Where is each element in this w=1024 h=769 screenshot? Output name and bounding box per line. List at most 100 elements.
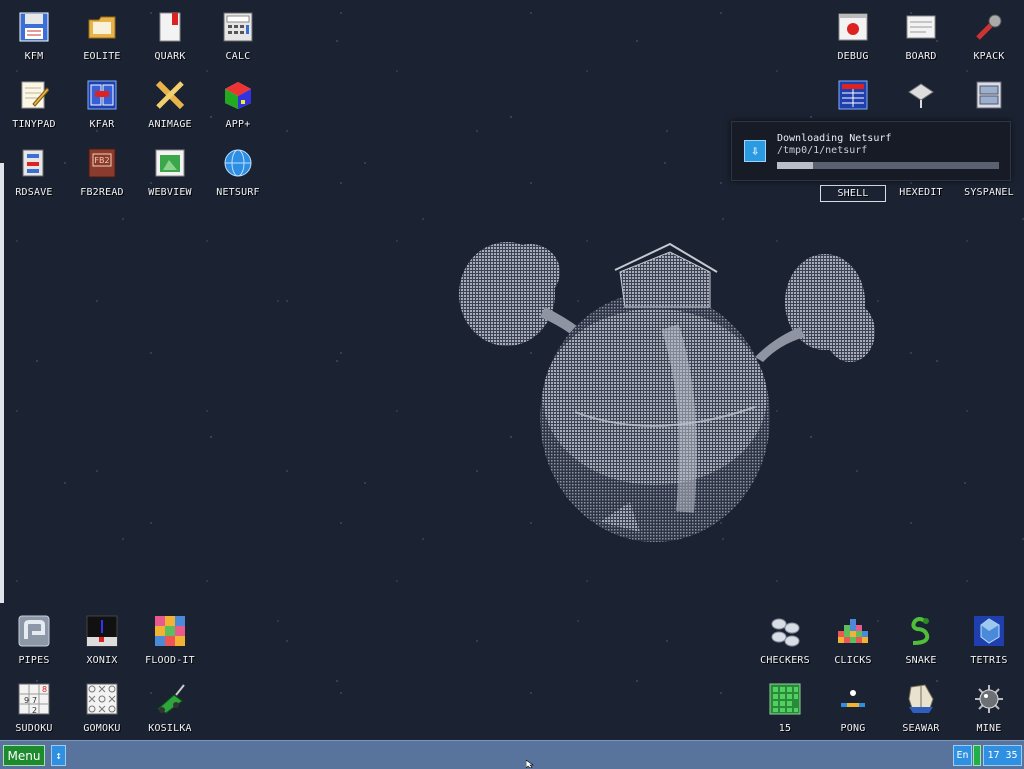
board-window-icon xyxy=(904,10,938,44)
tetris-icon xyxy=(972,614,1006,648)
icon-label: TINYPAD xyxy=(12,119,56,130)
icon-label: 15 xyxy=(778,723,792,734)
icon-label: APP+ xyxy=(225,119,251,130)
icon-label: RDSAVE xyxy=(15,187,53,198)
desktop-icon-animage[interactable]: ANIMAGE xyxy=(136,70,204,138)
planet-wallpaper-illustration xyxy=(459,242,875,542)
desktop-icon-flood-it[interactable]: FLOOD-IT xyxy=(136,606,204,674)
icon-label: KOSILKA xyxy=(148,723,192,734)
desktop-icon-seawar[interactable]: SEAWAR xyxy=(887,674,955,742)
svg-text:2: 2 xyxy=(32,706,37,715)
lawnmower-icon xyxy=(153,682,187,716)
xonix-icon xyxy=(85,614,119,648)
desktop-icon-pipes[interactable]: PIPES xyxy=(0,606,68,674)
icon-label: HEXEDIT xyxy=(899,187,943,198)
cabinet-icon xyxy=(972,78,1006,112)
pencil-ruler-icon xyxy=(153,78,187,112)
webpage-icon xyxy=(153,146,187,180)
icon-label: MINE xyxy=(976,723,1002,734)
icon-label: PONG xyxy=(840,723,866,734)
icon-label: FLOOD-IT xyxy=(145,655,195,666)
desktop-icon-board[interactable]: BOARD xyxy=(887,2,955,70)
desktop-icon-debug[interactable]: DEBUG xyxy=(819,2,887,70)
icon-label: CHECKERS xyxy=(760,655,810,666)
bug-window-icon xyxy=(836,10,870,44)
icon-label: KFM xyxy=(24,51,44,62)
desktop-icon-webview[interactable]: WEBVIEW xyxy=(136,138,204,206)
disk-save-icon xyxy=(17,146,51,180)
window-switch-button[interactable]: ↕ xyxy=(51,745,66,766)
icon-label: NETSURF xyxy=(216,187,260,198)
seawar-icon xyxy=(904,682,938,716)
language-indicator[interactable]: En xyxy=(953,745,972,766)
icon-label: CALC xyxy=(225,51,251,62)
taskbar: Menu ↕ En 17 35 xyxy=(0,740,1024,769)
icon-label: SEAWAR xyxy=(902,723,940,734)
svg-text:8: 8 xyxy=(42,685,47,694)
desktop-icon-pong[interactable]: PONG xyxy=(819,674,887,742)
desktop-icon-eolite[interactable]: EOLITE xyxy=(68,2,136,70)
desktop-icon-checkers[interactable]: CHECKERS xyxy=(751,606,819,674)
pipes-icon xyxy=(17,614,51,648)
folder-icon xyxy=(85,10,119,44)
desktop-icon-netsurf[interactable]: NETSURF xyxy=(204,138,272,206)
icon-label: SNAKE xyxy=(905,655,937,666)
svg-text:FB2: FB2 xyxy=(94,156,109,165)
fb2-book-icon: FB2 xyxy=(85,146,119,180)
notification-path: /tmp0/1/netsurf xyxy=(777,145,868,156)
network-drive-icon xyxy=(904,78,938,112)
icon-label: DEBUG xyxy=(837,51,869,62)
desktop-icon-kpack[interactable]: KPACK xyxy=(955,2,1023,70)
globe-icon xyxy=(221,146,255,180)
pong-icon xyxy=(836,682,870,716)
desktop-icon-quark[interactable]: QUARK xyxy=(136,2,204,70)
mouse-cursor-icon xyxy=(526,760,534,768)
icon-label: WEBVIEW xyxy=(148,187,192,198)
notification-title: Downloading Netsurf xyxy=(777,133,892,144)
desktop-icon-tetris[interactable]: TETRIS xyxy=(955,606,1023,674)
download-notification[interactable]: ⇩ Downloading Netsurf /tmp0/1/netsurf xyxy=(731,121,1011,181)
desktop-icon-kfm[interactable]: KFM xyxy=(0,2,68,70)
desktop-icon-rdsave[interactable]: RDSAVE xyxy=(0,138,68,206)
desktop-icon-gomoku[interactable]: GOMOKU xyxy=(68,674,136,742)
icon-label: TETRIS xyxy=(970,655,1008,666)
desktop-icon-app-plus[interactable]: APP+ xyxy=(204,70,272,138)
svg-text:7: 7 xyxy=(32,696,37,705)
clicks-icon xyxy=(836,614,870,648)
desktop-icon-15[interactable]: 15 xyxy=(751,674,819,742)
fifteen-puzzle-icon xyxy=(768,682,802,716)
icon-label: KPACK xyxy=(973,51,1005,62)
icon-label: SHELL xyxy=(820,185,886,202)
desktop-icon-mine[interactable]: MINE xyxy=(955,674,1023,742)
desktop-icon-xonix[interactable]: XONIX xyxy=(68,606,136,674)
icon-label: ANIMAGE xyxy=(148,119,192,130)
icon-label: SUDOKU xyxy=(15,723,53,734)
desktop-icon-tinypad[interactable]: TINYPAD xyxy=(0,70,68,138)
mine-icon xyxy=(972,682,1006,716)
menu-button[interactable]: Menu xyxy=(3,745,45,766)
floppy-disk-icon xyxy=(17,10,51,44)
icon-label: EOLITE xyxy=(83,51,121,62)
icon-label: QUARK xyxy=(154,51,186,62)
desktop-icon-sudoku[interactable]: 978 2 SUDOKU xyxy=(0,674,68,742)
clock[interactable]: 17 35 xyxy=(983,745,1022,766)
desktop-icon-snake[interactable]: SNAKE xyxy=(887,606,955,674)
status-indicator xyxy=(973,745,981,766)
wrench-icon xyxy=(972,10,1006,44)
grid-table-icon xyxy=(836,78,870,112)
desktop-icon-kfar[interactable]: KFAR xyxy=(68,70,136,138)
download-progress-fill xyxy=(777,162,813,169)
sudoku-icon: 978 2 xyxy=(17,682,51,716)
icon-label: BOARD xyxy=(905,51,937,62)
desktop-icon-clicks[interactable]: CLICKS xyxy=(819,606,887,674)
desktop-icon-kosilka[interactable]: KOSILKA xyxy=(136,674,204,742)
file-manager-icon xyxy=(85,78,119,112)
checkers-icon xyxy=(768,614,802,648)
icon-label: FB2READ xyxy=(80,187,124,198)
notebook-icon xyxy=(153,10,187,44)
icon-label: SYSPANEL xyxy=(964,187,1014,198)
calculator-icon xyxy=(221,10,255,44)
desktop-icon-fb2read[interactable]: FB2 FB2READ xyxy=(68,138,136,206)
desktop-icon-calc[interactable]: CALC xyxy=(204,2,272,70)
svg-text:9: 9 xyxy=(24,696,29,705)
